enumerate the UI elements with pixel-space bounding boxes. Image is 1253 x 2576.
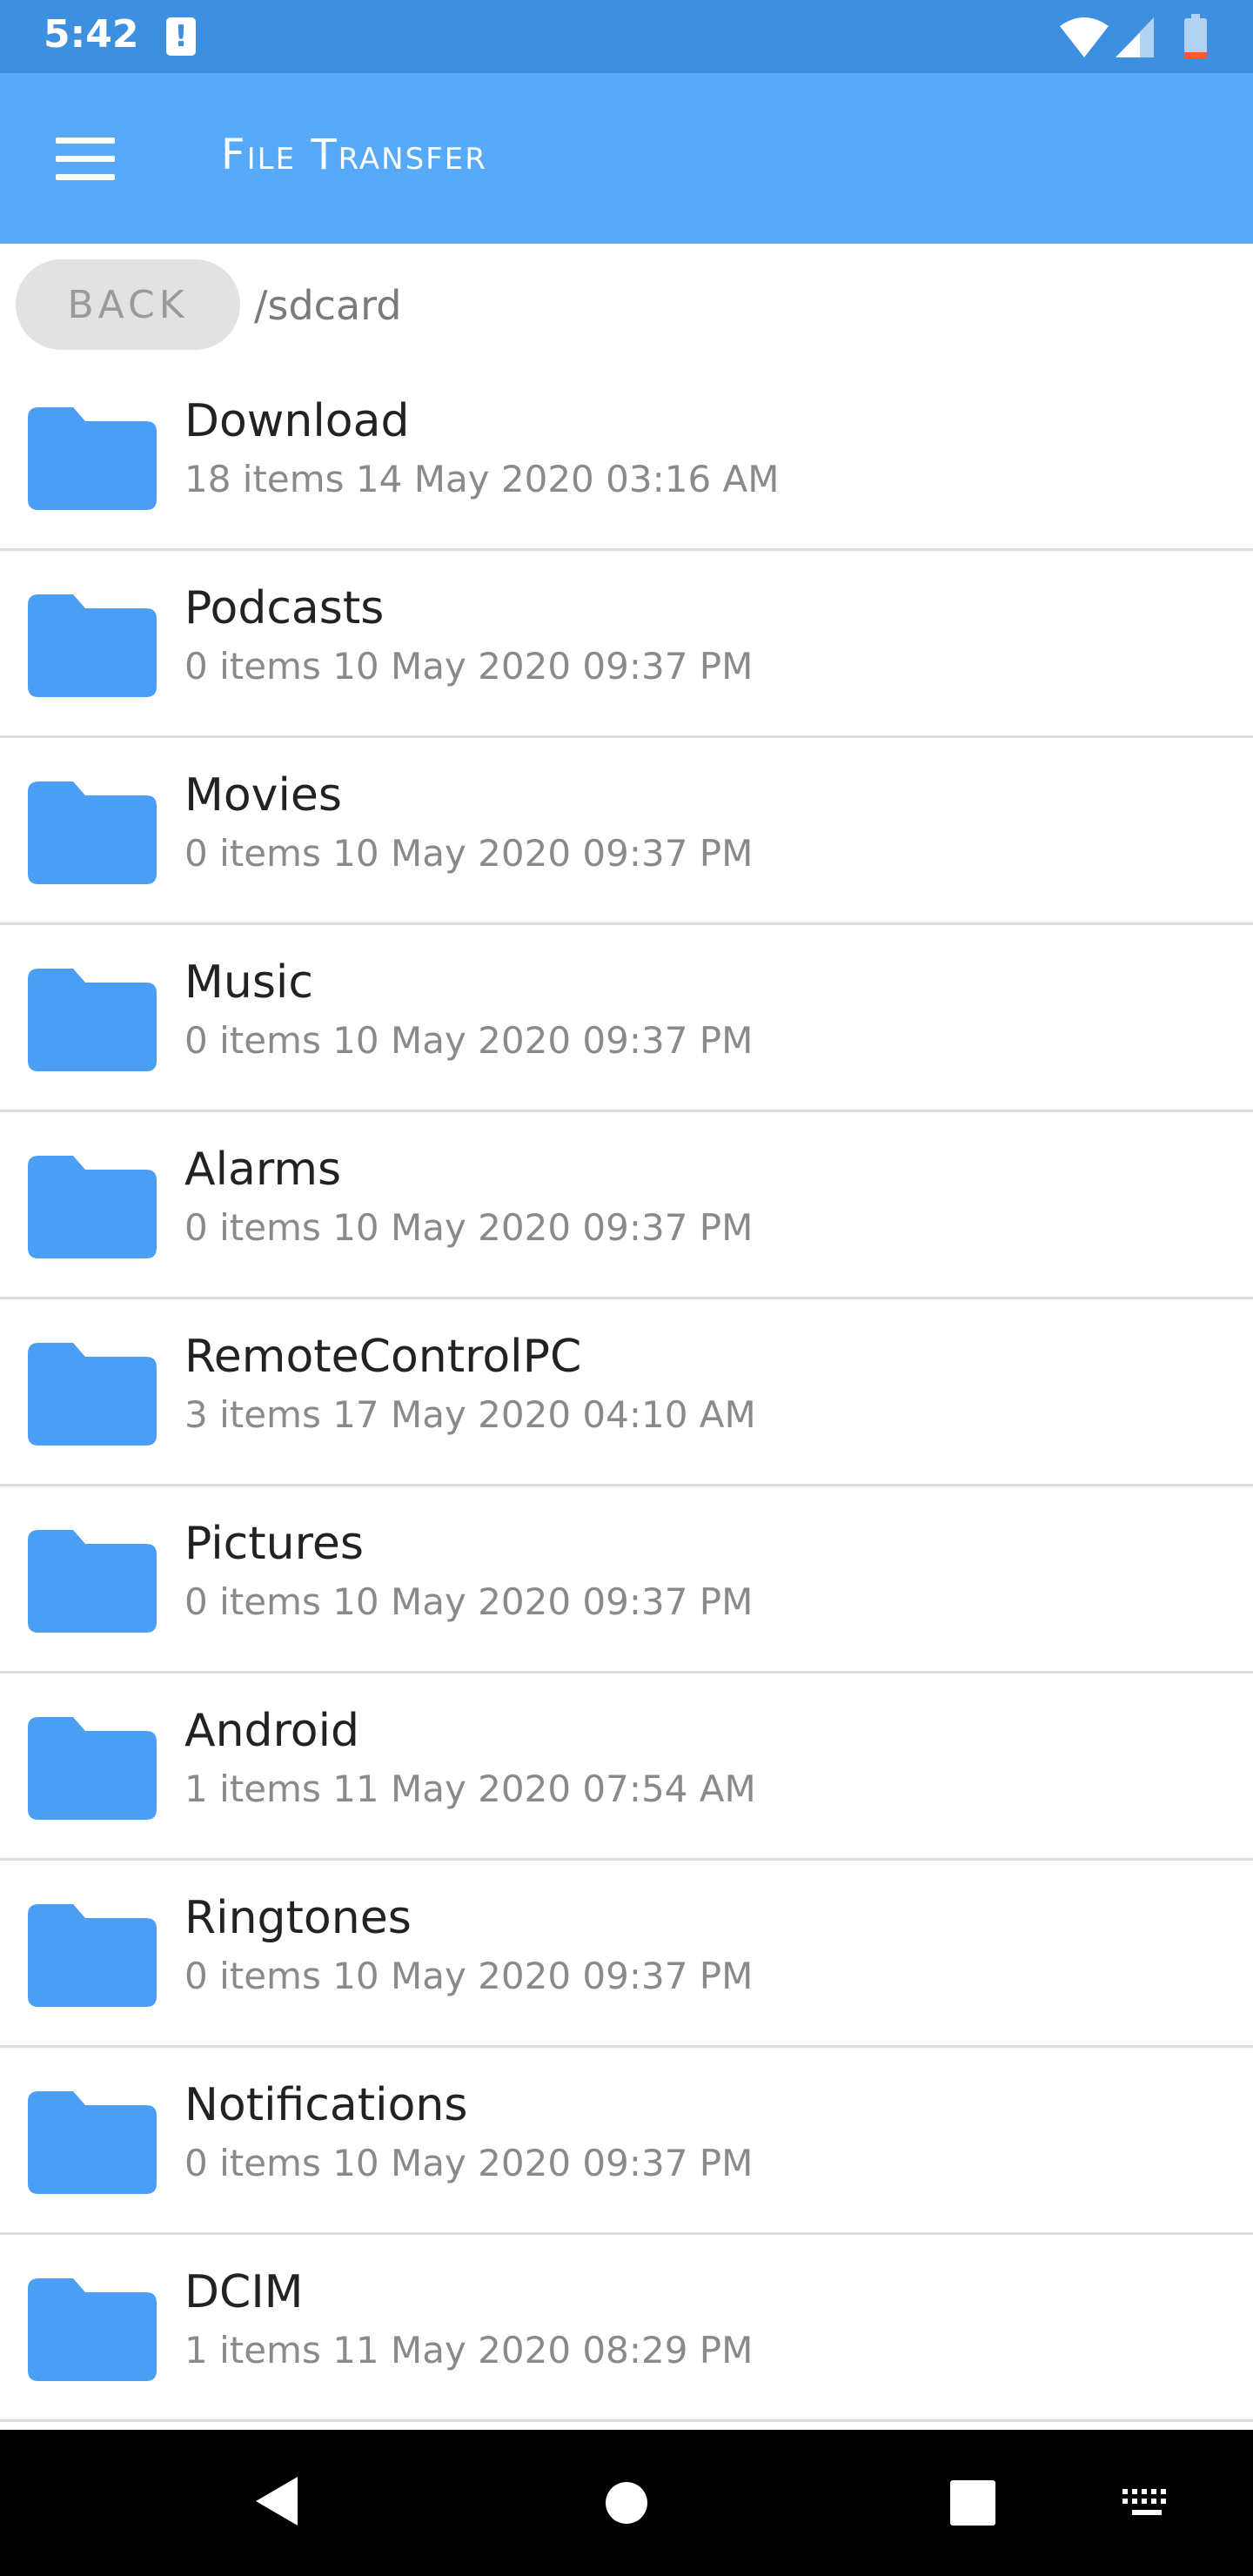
folder-icon [28, 969, 157, 1071]
home-icon[interactable] [604, 2480, 649, 2526]
folder-icon [28, 1530, 157, 1633]
signal-icon [1116, 17, 1154, 57]
keyboard-icon[interactable] [1121, 2487, 1173, 2519]
folder-row[interactable]: Download 18 items 14 May 2020 03:16 AM [0, 364, 1253, 551]
status-icons [1058, 14, 1215, 59]
folder-row[interactable]: DCIM 1 items 11 May 2020 08:29 PM [0, 2235, 1253, 2422]
folder-meta: 0 items 10 May 2020 09:37 PM [184, 2142, 754, 2184]
status-time: 5:42 [44, 12, 139, 57]
status-bar: 5:42 ! [0, 0, 1253, 73]
back-button[interactable]: BACK [16, 259, 240, 350]
folder-icon [28, 1717, 157, 1820]
folder-name: DCIM [184, 2266, 304, 2318]
folder-row[interactable]: Android 1 items 11 May 2020 07:54 AM [0, 1674, 1253, 1861]
folder-row[interactable]: Notifications 0 items 10 May 2020 09:37 P… [0, 2048, 1253, 2235]
folder-meta: 0 items 10 May 2020 09:37 PM [184, 1955, 754, 1997]
folder-meta: 1 items 11 May 2020 07:54 AM [184, 1768, 756, 1810]
app-bar: File Transfer [0, 73, 1253, 244]
folder-icon [28, 2278, 157, 2381]
folder-icon [28, 594, 157, 697]
folder-name: Music [184, 956, 313, 1009]
navigation-bar [0, 2430, 1253, 2576]
folder-name: Ringtones [184, 1892, 412, 1944]
folder-meta: 0 items 10 May 2020 09:37 PM [184, 832, 754, 875]
folder-name: Alarms [184, 1144, 342, 1196]
current-path: /sdcard [254, 282, 402, 329]
folder-icon [28, 407, 157, 510]
battery-icon [1184, 14, 1207, 58]
folder-meta: 0 items 10 May 2020 09:37 PM [184, 1206, 754, 1249]
folder-icon [28, 1343, 157, 1446]
folder-name: Download [184, 395, 410, 447]
folder-row[interactable]: RemoteControlPC 3 items 17 May 2020 04:10… [0, 1299, 1253, 1486]
folder-name: Android [184, 1705, 360, 1757]
folder-row[interactable]: Ringtones 0 items 10 May 2020 09:37 PM [0, 1861, 1253, 2048]
folder-row[interactable]: Podcasts 0 items 10 May 2020 09:37 PM [0, 551, 1253, 738]
wifi-icon [1060, 17, 1109, 57]
folder-meta: 3 items 17 May 2020 04:10 AM [184, 1393, 756, 1436]
folder-meta: 0 items 10 May 2020 09:37 PM [184, 1580, 754, 1623]
menu-icon[interactable] [56, 138, 115, 181]
folder-list: Download 18 items 14 May 2020 03:16 AM Pod… [0, 364, 1253, 2422]
folder-row[interactable]: Alarms 0 items 10 May 2020 09:37 PM [0, 1112, 1253, 1299]
folder-icon [28, 1904, 157, 2007]
folder-icon [28, 782, 157, 884]
alert-icon: ! [166, 17, 196, 56]
recents-icon[interactable] [950, 2480, 995, 2526]
folder-meta: 1 items 11 May 2020 08:29 PM [184, 2329, 754, 2371]
folder-name: Movies [184, 769, 342, 822]
folder-meta: 0 items 10 May 2020 09:37 PM [184, 1019, 754, 1062]
folder-meta: 18 items 14 May 2020 03:16 AM [184, 458, 780, 500]
folder-row[interactable]: Music 0 items 10 May 2020 09:37 PM [0, 925, 1253, 1112]
app-title: File Transfer [221, 131, 487, 179]
folder-icon [28, 2091, 157, 2194]
folder-name: RemoteControlPC [184, 1331, 582, 1383]
folder-name: Podcasts [184, 582, 385, 634]
path-bar: BACK /sdcard [0, 244, 1253, 366]
folder-meta: 0 items 10 May 2020 09:37 PM [184, 645, 754, 688]
folder-row[interactable]: Movies 0 items 10 May 2020 09:37 PM [0, 738, 1253, 925]
folder-name: Notifications [184, 2079, 468, 2131]
folder-name: Pictures [184, 1518, 364, 1570]
folder-row[interactable]: Pictures 0 items 10 May 2020 09:37 PM [0, 1486, 1253, 1674]
back-icon[interactable] [252, 2473, 301, 2529]
folder-icon [28, 1156, 157, 1258]
